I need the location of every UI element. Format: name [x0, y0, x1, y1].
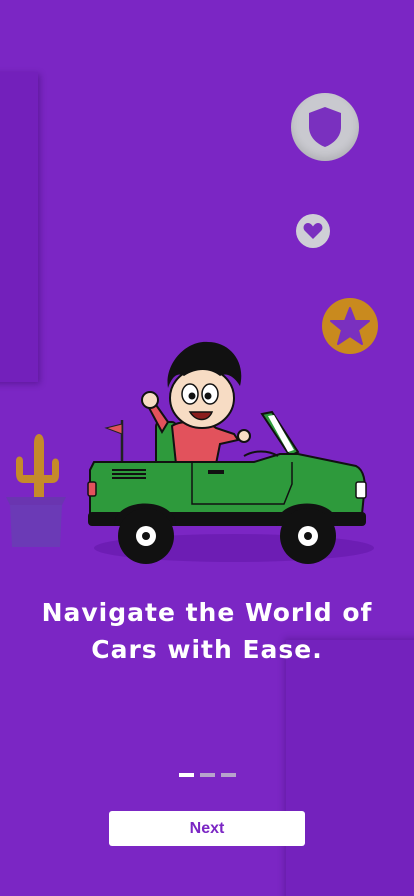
decorative-panel-right: [286, 640, 414, 896]
shield-icon: [291, 93, 359, 161]
heart-icon: [296, 214, 330, 248]
boy-driving-car-illustration: [87, 341, 374, 564]
decorative-panel-left: [0, 72, 38, 382]
onboarding-headline: Navigate the World of Cars with Ease.: [41, 598, 373, 664]
cactus-plant-illustration: [6, 434, 66, 547]
page-dot-2[interactable]: [200, 773, 215, 777]
onboarding-screen: Navigate the World of Cars with Ease. Ne…: [0, 0, 414, 896]
page-dot-3[interactable]: [221, 773, 236, 777]
page-dot-1[interactable]: [179, 773, 194, 777]
next-button[interactable]: Next: [109, 811, 305, 846]
page-indicator: [179, 773, 236, 777]
